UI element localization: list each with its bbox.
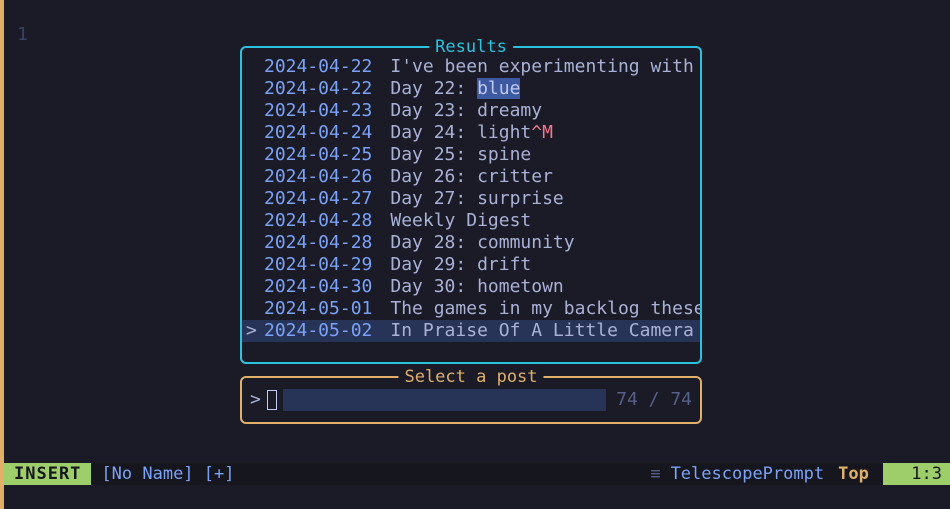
result-content: Day 23: dreamy [390,100,700,122]
selection-chevron-icon [246,78,264,100]
left-gutter-strip [0,0,4,509]
result-date: 2024-04-26 [264,166,372,188]
telescope-results-panel: Results 2024-04-22 I've been experimenti… [240,46,702,364]
selection-chevron-icon [246,276,264,298]
result-content: Day 24: light^M [390,122,700,144]
result-row[interactable]: 2024-04-30 Day 30: hometown [242,276,700,298]
result-date: 2024-04-22 [264,78,372,100]
result-row[interactable]: 2024-04-27 Day 27: surprise [242,188,700,210]
result-row[interactable]: 2024-05-01 The games in my backlog these… [242,298,700,320]
result-date: 2024-05-02 [264,320,372,342]
cursor-position: 1:3 [883,463,950,485]
result-row[interactable]: 2024-04-24 Day 24: light^M [242,122,700,144]
results-title: Results [429,36,513,58]
prompt-cursor[interactable] [267,390,277,410]
result-content: Day 30: hometown [390,276,700,298]
mode-indicator: INSERT [4,463,91,485]
selection-chevron-icon [246,100,264,122]
highlighted-text: blue [477,78,520,99]
selection-chevron-icon [246,122,264,144]
result-row[interactable]: 2024-04-29 Day 29: drift [242,254,700,276]
prompt-input[interactable] [283,389,606,411]
selection-chevron-icon [246,298,264,320]
result-content: I've been experimenting with [this a [390,56,700,78]
result-content: Day 28: community [390,232,700,254]
result-content: Day 22: blue [390,78,700,100]
selection-chevron-icon [246,188,264,210]
result-content: The games in my backlog these days a [390,298,700,320]
result-date: 2024-04-27 [264,188,372,210]
selection-chevron-icon [246,144,264,166]
filetype-label: TelescopePrompt [671,463,825,485]
prompt-chevron-icon: > [250,389,261,411]
result-date: 2024-04-28 [264,232,372,254]
prompt-title: Select a post [398,366,543,388]
result-row[interactable]: 2024-04-26 Day 26: critter [242,166,700,188]
filename-label: [No Name] [+] [101,463,234,485]
selection-chevron-icon [246,210,264,232]
result-row[interactable]: > 2024-05-02 In Praise Of A Little Camer… [242,320,700,342]
result-date: 2024-04-25 [264,144,372,166]
result-content: Weekly Digest [390,210,700,232]
result-date: 2024-04-29 [264,254,372,276]
status-line: INSERT [No Name] [+] ≡ TelescopePrompt T… [4,463,950,485]
selection-chevron-icon: > [246,320,264,342]
align-icon: ≡ [650,463,660,485]
results-list[interactable]: 2024-04-22 I've been experimenting with … [242,56,700,342]
selection-chevron-icon [246,56,264,78]
command-line-area[interactable] [4,485,950,509]
result-date: 2024-04-30 [264,276,372,298]
result-date: 2024-04-24 [264,122,372,144]
result-date: 2024-04-23 [264,100,372,122]
result-content: In Praise Of A Little Camera [390,320,700,342]
result-row[interactable]: 2024-04-22 I've been experimenting with … [242,56,700,78]
line-number: 1 [10,24,28,46]
scroll-position: Top [838,463,869,485]
result-date: 2024-04-28 [264,210,372,232]
selection-chevron-icon [246,232,264,254]
result-content: Day 29: drift [390,254,700,276]
telescope-prompt-panel: Select a post > 74 / 74 [240,376,702,424]
result-content: Day 25: spine [390,144,700,166]
result-date: 2024-04-22 [264,56,372,78]
result-row[interactable]: 2024-04-25 Day 25: spine [242,144,700,166]
control-char: ^M [531,122,553,143]
prompt-counter: 74 / 74 [616,389,692,411]
result-row[interactable]: 2024-04-23 Day 23: dreamy [242,100,700,122]
result-row[interactable]: 2024-04-28 Day 28: community [242,232,700,254]
result-row[interactable]: 2024-04-22 Day 22: blue [242,78,700,100]
result-content: Day 27: surprise [390,188,700,210]
result-date: 2024-05-01 [264,298,372,320]
selection-chevron-icon [246,166,264,188]
result-row[interactable]: 2024-04-28 Weekly Digest [242,210,700,232]
result-content: Day 26: critter [390,166,700,188]
selection-chevron-icon [246,254,264,276]
